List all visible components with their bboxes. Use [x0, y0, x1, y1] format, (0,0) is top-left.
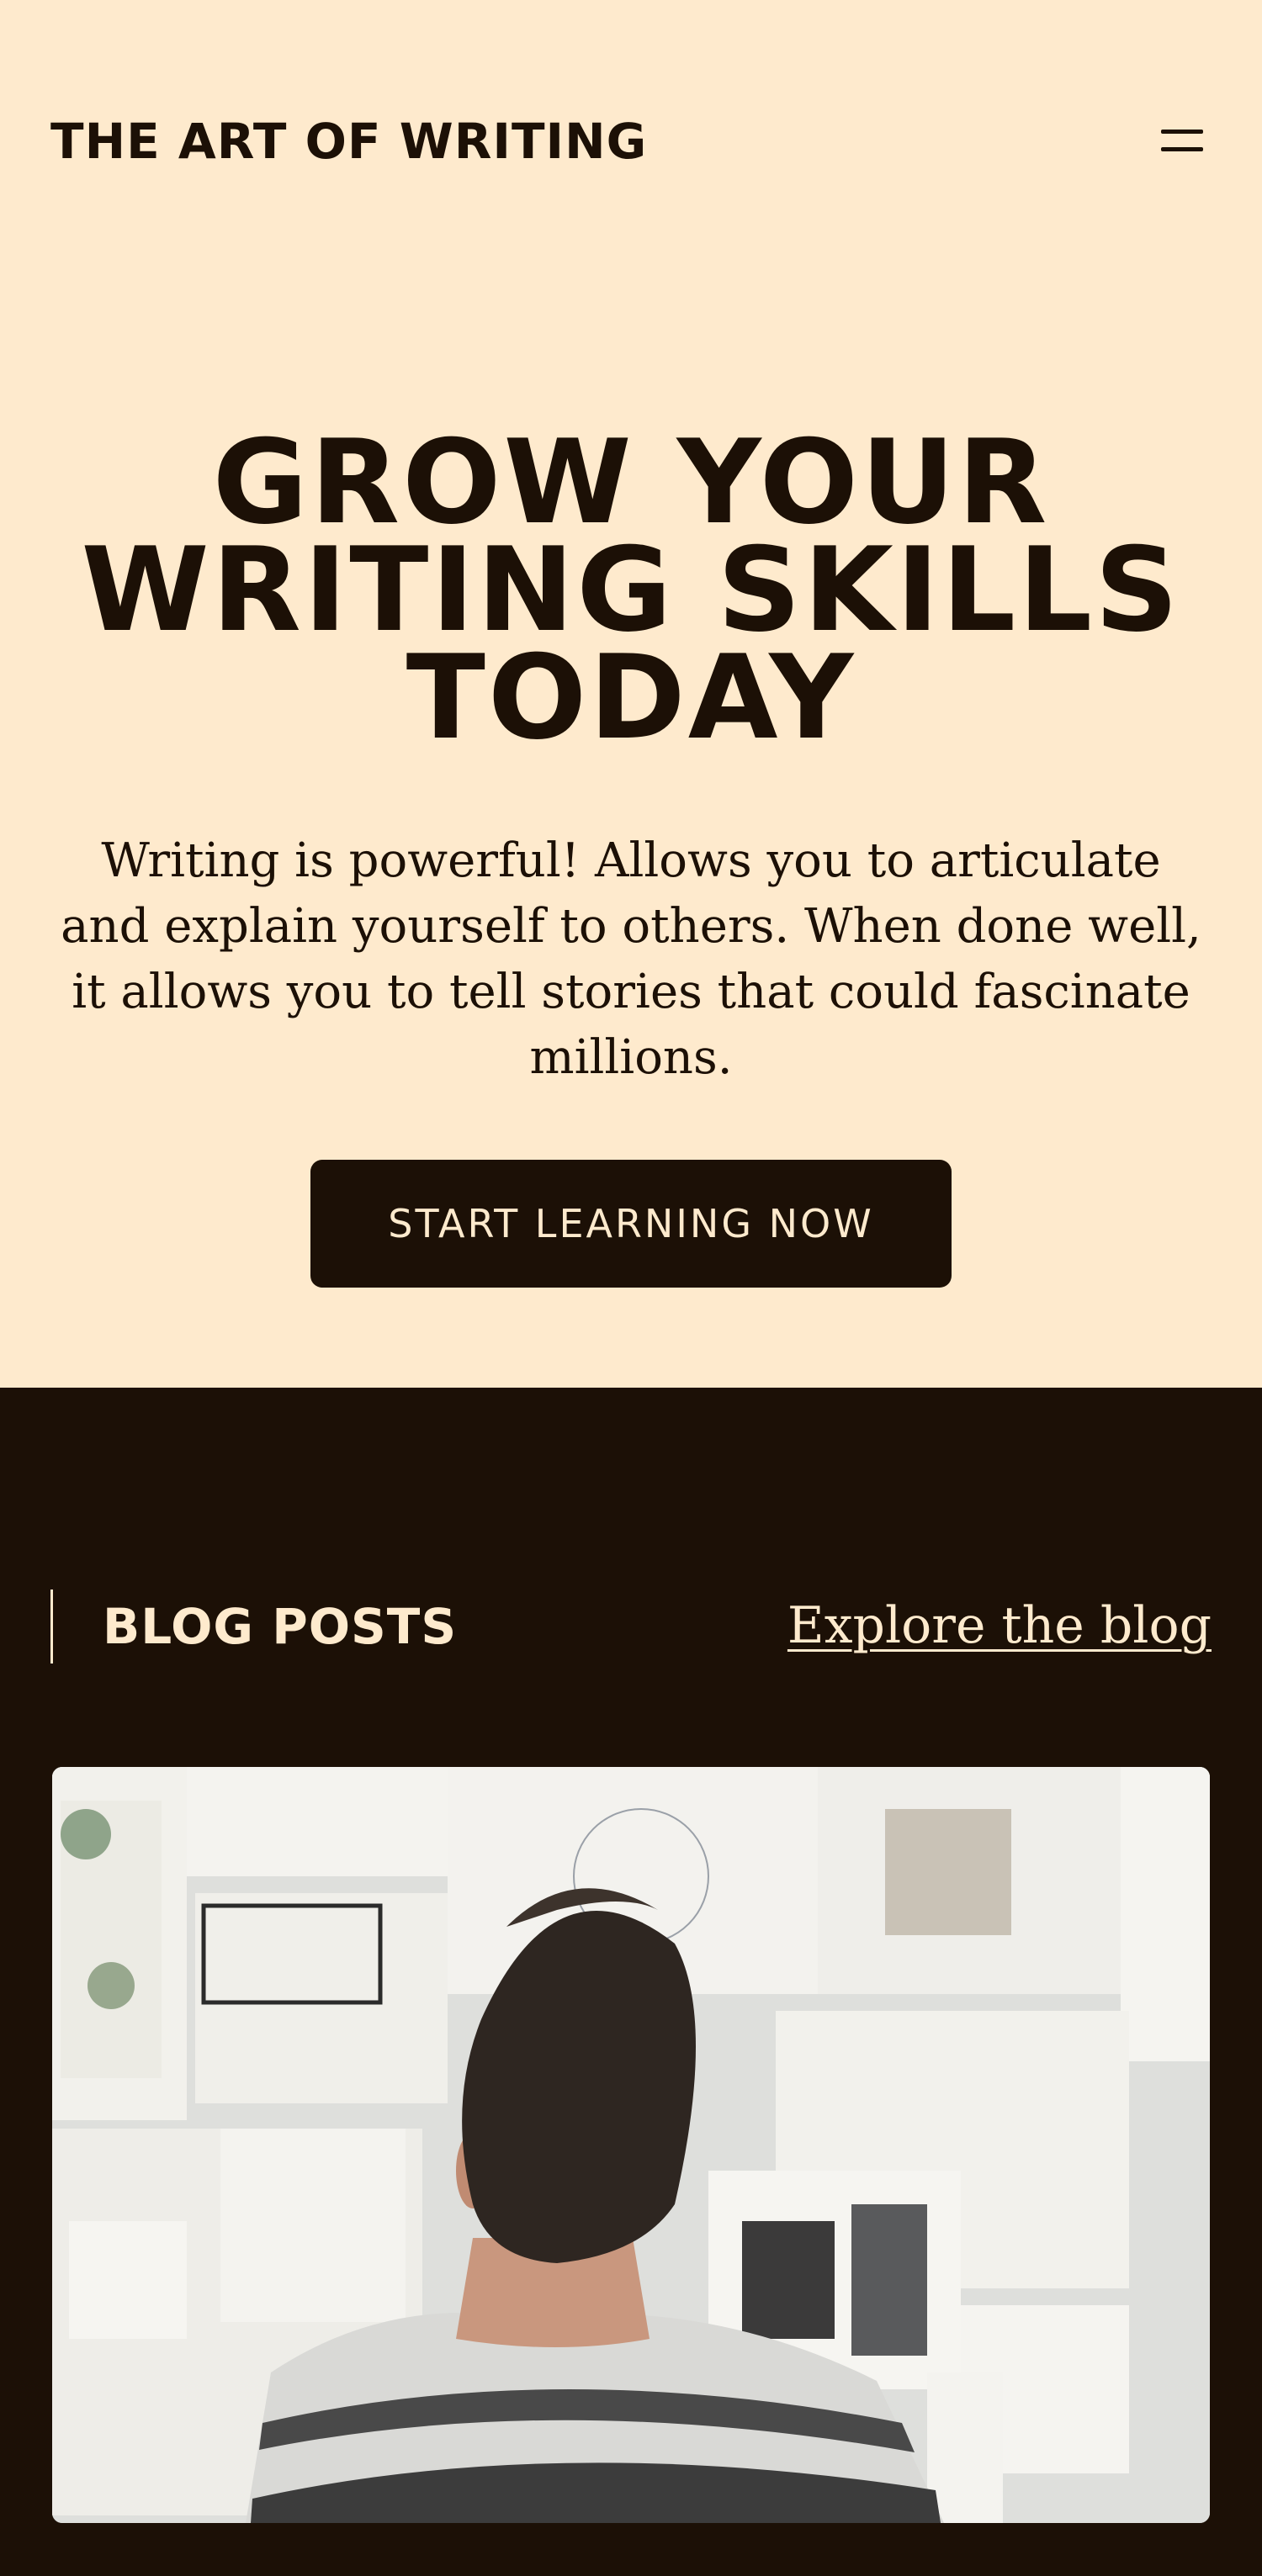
headline-line-2: WRITING SKILLS	[81, 522, 1181, 658]
hero-intro-text: Writing is powerful! Allows you to artic…	[61, 833, 1201, 1085]
person-looking-at-pinboard-photo	[52, 1767, 1210, 2523]
hero-headline: GROW YOUR WRITING SKILLS TODAY	[0, 415, 1262, 765]
hero-section: THE ART OF WRITING GROW YOUR WRITING SKI…	[0, 0, 1262, 1388]
headline-line-3: TODAY	[406, 630, 856, 765]
start-learning-button[interactable]: START LEARNING NOW	[310, 1160, 952, 1288]
menu-bar-bottom	[1161, 147, 1203, 151]
blog-heading: BLOG POSTS	[103, 1598, 458, 1655]
headline-line-1: GROW YOUR	[212, 415, 1050, 550]
featured-post-image[interactable]	[52, 1767, 1210, 2523]
blog-section: BLOG POSTS Explore the blog	[0, 1388, 1262, 2576]
blog-heading-accent-bar	[50, 1590, 53, 1664]
site-title[interactable]: THE ART OF WRITING	[50, 108, 647, 175]
explore-blog-link[interactable]: Explore the blog	[787, 1590, 1212, 1662]
hamburger-menu-icon[interactable]	[1161, 124, 1203, 158]
menu-bar-top	[1161, 130, 1203, 134]
